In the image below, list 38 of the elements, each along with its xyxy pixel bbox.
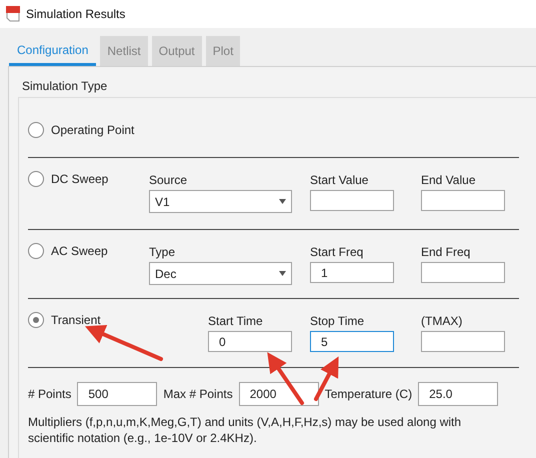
input-field[interactable] (421, 262, 505, 283)
field-label: # Points (28, 386, 72, 403)
radio-label: Transient (51, 312, 101, 329)
field-label: Start Value (310, 172, 370, 189)
radio-button[interactable] (28, 122, 44, 138)
caret-icon (279, 271, 286, 276)
field-label: (TMAX) (421, 313, 464, 330)
window-title: Simulation Results (26, 6, 126, 23)
input-field[interactable] (421, 331, 505, 352)
radio-button[interactable] (28, 243, 44, 259)
radio-label: Operating Point (51, 122, 134, 139)
caret-icon (279, 199, 286, 204)
input-field[interactable]: 1 (310, 262, 394, 283)
radio-button[interactable] (28, 171, 44, 187)
field-label: End Value (421, 172, 476, 189)
input-field[interactable]: 5 (310, 331, 394, 352)
field-label: End Freq (421, 244, 472, 261)
radio-label: DC Sweep (51, 171, 108, 188)
input-field[interactable]: 2000 (238, 382, 319, 406)
field-label: Source (149, 172, 188, 189)
dropdown[interactable]: V1 (149, 190, 292, 213)
dropdown[interactable]: Dec (149, 262, 292, 285)
input-field[interactable] (421, 190, 505, 211)
input-field[interactable]: 0 (208, 331, 292, 352)
field-label: Start Freq (310, 244, 364, 261)
input-field[interactable]: 500 (77, 382, 158, 406)
field-label: Stop Time (310, 313, 366, 330)
input-field[interactable]: 25.0 (418, 382, 498, 406)
field-label: Start Time (208, 313, 264, 330)
radio-label: AC Sweep (51, 243, 108, 260)
field-label: Type (149, 244, 176, 261)
group-label: Simulation Type (21, 78, 108, 95)
app-icon (6, 6, 20, 22)
radio-button[interactable] (28, 312, 44, 328)
field-label: Max # Points (163, 386, 233, 403)
help-text: Multipliers (f,p,n,u,m,K,Meg,G,T) and units (V,A,H,F,Hz,s) may be used along with scientific notation (e.g., 1e-10V or 2.4KHz). (28, 414, 462, 446)
field-label: Temperature (C) (324, 386, 412, 403)
input-field[interactable] (310, 190, 394, 211)
